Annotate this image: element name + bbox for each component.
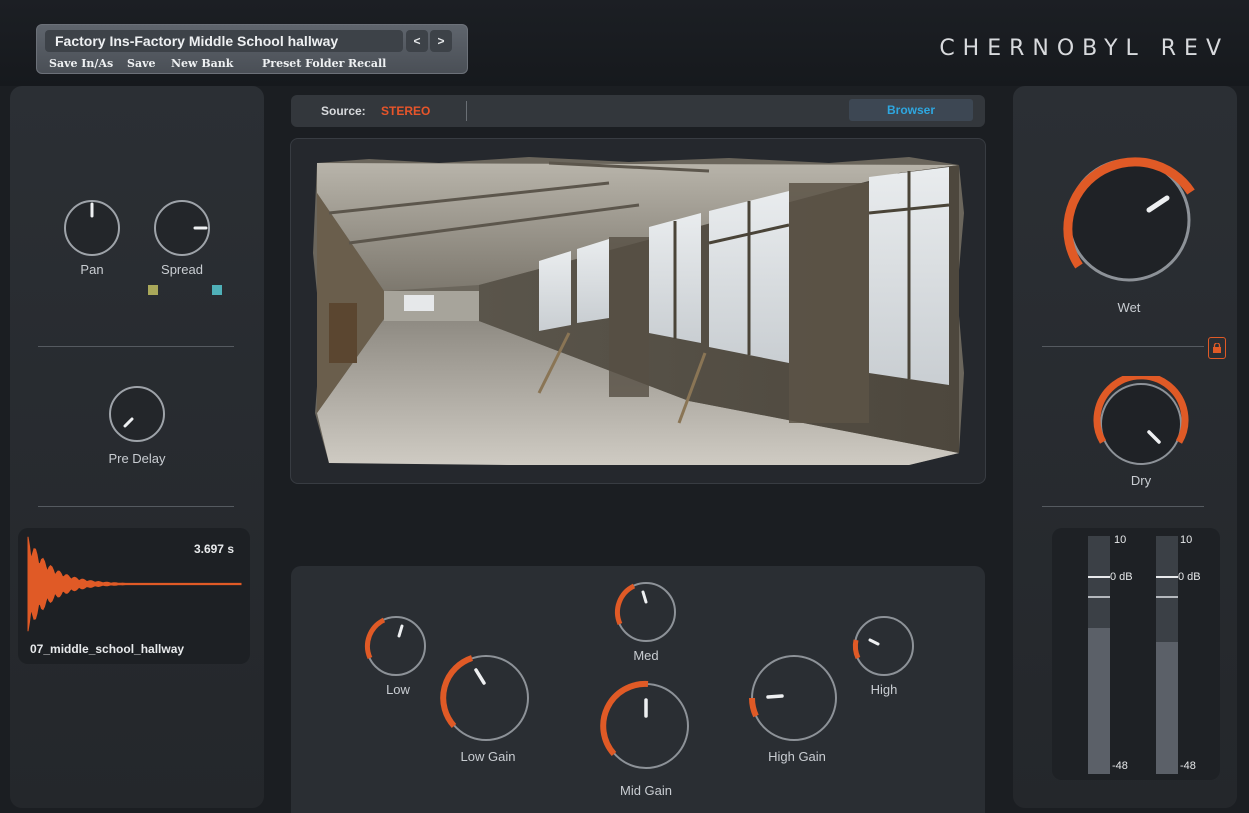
save-button[interactable]: Save xyxy=(127,57,155,70)
right-zero-marker xyxy=(1156,576,1178,578)
pan-knob[interactable] xyxy=(60,196,124,260)
low-gain-label: Low Gain xyxy=(460,749,516,764)
left-meter-zero: 0 dB xyxy=(1110,571,1133,583)
preset-name-field[interactable]: Factory Ins-Factory Middle School hallwa… xyxy=(45,30,403,52)
pan-label: Pan xyxy=(80,262,104,277)
low-knob[interactable] xyxy=(362,612,430,680)
divider xyxy=(1042,506,1204,507)
high-label: High xyxy=(870,682,898,697)
spread-left-indicator xyxy=(148,285,158,295)
ir-length: 3.697 s xyxy=(193,542,234,556)
top-bar: Factory Ins-Factory Middle School hallwa… xyxy=(0,0,1249,86)
next-preset-button[interactable]: > xyxy=(430,30,452,52)
preset-manager: Factory Ins-Factory Middle School hallwa… xyxy=(36,24,468,74)
left-meter-top: 10 xyxy=(1114,534,1127,546)
divider xyxy=(38,506,234,507)
browser-button[interactable]: Browser xyxy=(849,99,973,121)
left-meter-bottom: -48 xyxy=(1112,760,1128,772)
left-panel xyxy=(10,86,264,808)
med-label: Med xyxy=(633,648,659,663)
room-photo xyxy=(313,157,964,465)
divider xyxy=(38,346,234,347)
output-meters: 10 0 dB -48 10 0 dB -48 xyxy=(1052,528,1220,780)
low-label: Low xyxy=(386,682,410,697)
source-mode-selector[interactable]: STEREO xyxy=(381,104,430,118)
wet-dry-link-button[interactable] xyxy=(1208,337,1226,359)
divider xyxy=(1042,346,1204,347)
high-knob[interactable] xyxy=(850,612,918,680)
mid-gain-knob[interactable] xyxy=(596,678,696,774)
save-in-as-button[interactable]: Save In/As xyxy=(49,57,113,70)
mid-gain-label: Mid Gain xyxy=(619,783,673,798)
pre-delay-knob[interactable] xyxy=(105,382,169,446)
spread-label: Spread xyxy=(161,262,203,277)
source-label: Source: xyxy=(321,104,366,118)
left-zero-marker xyxy=(1088,576,1110,578)
med-knob[interactable] xyxy=(612,578,680,646)
dry-label: Dry xyxy=(1130,473,1152,488)
low-gain-knob[interactable] xyxy=(436,650,536,746)
room-image-frame xyxy=(290,138,986,484)
right-meter-zero: 0 dB xyxy=(1178,571,1201,583)
wet-knob[interactable] xyxy=(1055,146,1203,294)
source-bar: Source: STEREO Browser xyxy=(291,95,985,127)
right-meter-top: 10 xyxy=(1180,534,1193,546)
pre-delay-label: Pre Delay xyxy=(108,451,166,466)
previous-preset-button[interactable]: < xyxy=(406,30,428,52)
new-bank-button[interactable]: New Bank xyxy=(171,57,233,70)
separator xyxy=(466,101,467,121)
left-peak-marker xyxy=(1088,596,1110,598)
impulse-response-display: 3.697 s 07_middle_school_hallway xyxy=(18,528,250,664)
dry-knob[interactable] xyxy=(1091,376,1191,472)
right-peak-marker xyxy=(1156,596,1178,598)
plugin-title: CHERNOBYL REV xyxy=(939,36,1229,61)
recall-button[interactable]: Recall xyxy=(348,57,386,70)
ir-file-name: 07_middle_school_hallway xyxy=(30,642,185,656)
spread-knob[interactable] xyxy=(150,196,214,260)
wet-label: Wet xyxy=(1117,300,1141,315)
lock-icon xyxy=(1213,343,1221,353)
spread-right-indicator xyxy=(212,285,222,295)
right-meter-level xyxy=(1156,642,1178,774)
right-meter-bottom: -48 xyxy=(1180,760,1196,772)
high-gain-label: High Gain xyxy=(768,749,826,764)
left-meter-level xyxy=(1088,628,1110,774)
high-gain-knob[interactable] xyxy=(744,650,844,746)
preset-folder-button[interactable]: Preset Folder xyxy=(262,57,344,70)
